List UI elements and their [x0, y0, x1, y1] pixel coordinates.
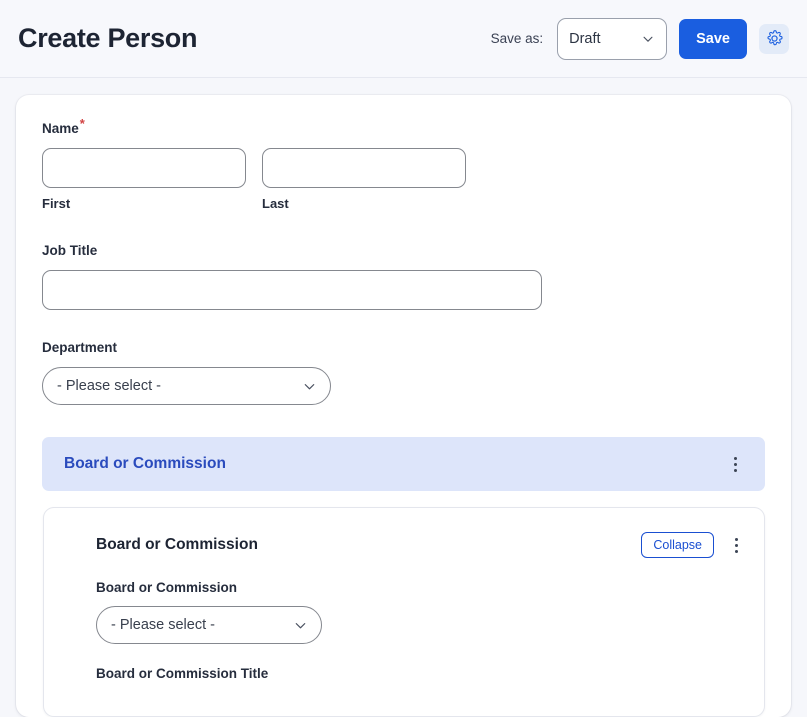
last-name-input[interactable]: [262, 148, 466, 188]
name-field-group: Name* First Last: [42, 117, 765, 211]
section-title: Board or Commission: [64, 455, 226, 472]
name-label-text: Name: [42, 121, 79, 136]
entry-card-title: Board or Commission: [96, 536, 258, 553]
job-title-field-group: Job Title: [42, 243, 765, 310]
job-title-input[interactable]: [42, 270, 542, 310]
first-name-input[interactable]: [42, 148, 246, 188]
content-area: Name* First Last Job Title Department - …: [0, 78, 807, 717]
chevron-down-icon: [641, 32, 655, 46]
save-as-label: Save as:: [490, 31, 544, 46]
chevron-down-icon: [293, 618, 307, 632]
department-select[interactable]: - Please select -: [42, 367, 331, 405]
save-button[interactable]: Save: [679, 18, 747, 59]
department-label: Department: [42, 340, 118, 355]
board-or-commission-section-header[interactable]: Board or Commission: [42, 437, 765, 491]
board-select-field: Board or Commission - Please select -: [96, 580, 746, 644]
last-name-column: Last: [262, 148, 466, 211]
department-field-group: Department - Please select -: [42, 340, 765, 405]
save-status-select[interactable]: Draft: [557, 17, 668, 60]
name-inputs-row: First Last: [42, 148, 765, 211]
header-actions: Save as: Draft Save: [490, 17, 789, 60]
department-select-value: - Please select -: [57, 378, 161, 394]
required-asterisk: *: [79, 115, 85, 131]
last-name-sublabel: Last: [262, 196, 289, 211]
board-select-label: Board or Commission: [96, 580, 238, 595]
name-label: Name*: [42, 117, 765, 137]
board-select-value: - Please select -: [111, 617, 215, 633]
person-form-card: Name* First Last Job Title Department - …: [16, 95, 791, 717]
collapse-button[interactable]: Collapse: [641, 532, 714, 558]
board-select[interactable]: - Please select -: [96, 606, 322, 644]
entry-card-header: Board or Commission Collapse: [96, 532, 746, 558]
save-status-value: Draft: [569, 30, 601, 47]
board-title-label: Board or Commission Title: [96, 666, 269, 681]
job-title-label: Job Title: [42, 243, 98, 258]
board-or-commission-entry-card: Board or Commission Collapse Board or Co…: [43, 507, 765, 717]
kebab-menu-icon[interactable]: [725, 452, 745, 476]
page-title: Create Person: [18, 23, 198, 53]
kebab-menu-icon[interactable]: [726, 533, 746, 557]
first-name-column: First: [42, 148, 246, 211]
page-header: Create Person Save as: Draft Save: [0, 0, 807, 78]
chevron-down-icon: [302, 379, 316, 393]
board-title-field: Board or Commission Title: [96, 666, 746, 681]
first-name-sublabel: First: [42, 196, 71, 211]
gear-icon[interactable]: [759, 23, 789, 54]
